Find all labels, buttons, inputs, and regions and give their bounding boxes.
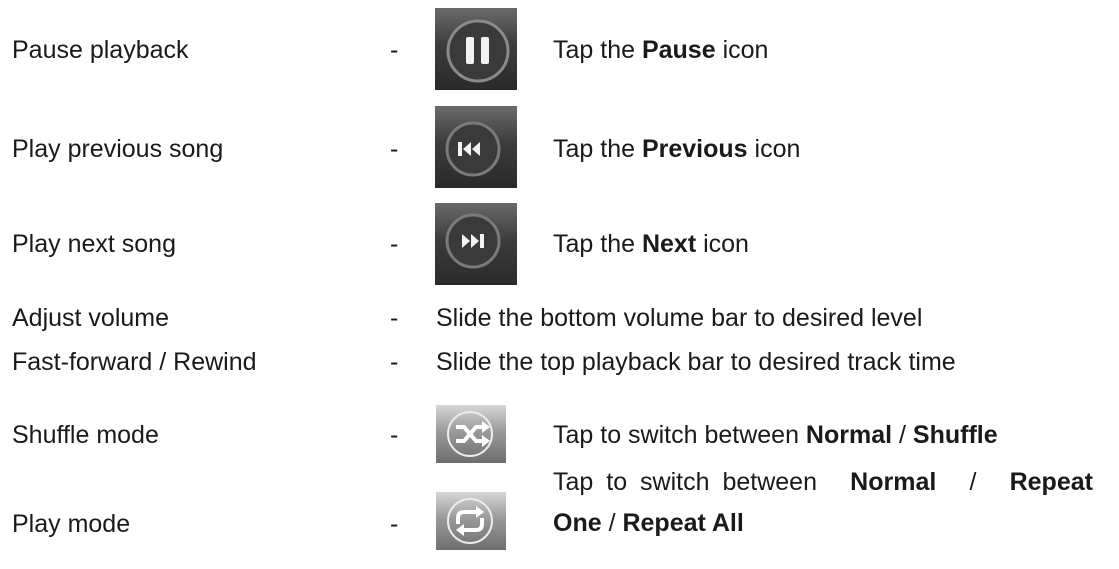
dash-separator: - (390, 230, 399, 258)
description: Slide the top playback bar to desired tr… (436, 348, 956, 376)
next-icon[interactable] (435, 203, 517, 285)
shuffle-icon[interactable] (436, 405, 506, 463)
description-line-1: Tap to switch between Normal / Repeat (553, 468, 1093, 496)
action-label: Play mode (12, 510, 131, 538)
action-label: Play previous song (12, 135, 224, 163)
action-label: Adjust volume (12, 304, 170, 332)
dash-separator: - (390, 304, 399, 332)
description: Tap the Previous icon (553, 135, 801, 163)
repeat-icon[interactable] (436, 492, 506, 550)
description: Tap the Pause icon (553, 36, 769, 64)
description: Tap to switch between Normal / Repeat On… (553, 468, 1093, 538)
dash-separator: - (390, 36, 399, 64)
dash-separator: - (390, 348, 399, 376)
description: Tap to switch between Normal / Shuffle (553, 421, 998, 449)
previous-icon[interactable] (435, 106, 517, 188)
action-label: Fast-forward / Rewind (12, 348, 257, 376)
dash-separator: - (390, 135, 399, 163)
description: Slide the bottom volume bar to desired l… (436, 304, 923, 332)
pause-icon[interactable] (435, 8, 517, 90)
dash-separator: - (390, 421, 399, 449)
action-label: Pause playback (12, 36, 189, 64)
description-line-2: One / Repeat All (553, 509, 744, 537)
action-label: Shuffle mode (12, 421, 159, 449)
action-label: Play next song (12, 230, 176, 258)
dash-separator: - (390, 510, 399, 538)
description: Tap the Next icon (553, 230, 749, 258)
